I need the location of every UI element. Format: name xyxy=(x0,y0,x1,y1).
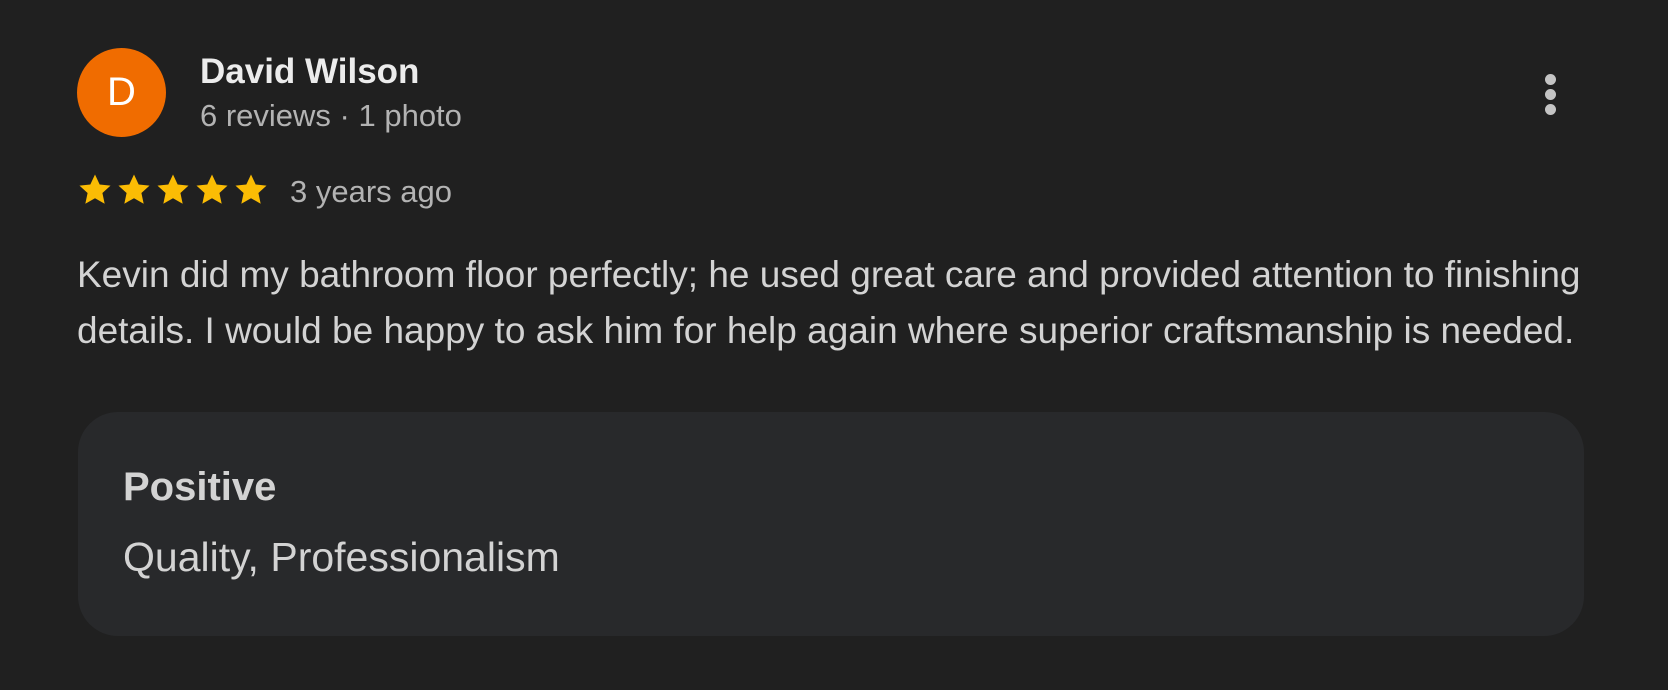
star-rating xyxy=(76,171,270,211)
attributes-title: Positive xyxy=(123,465,277,509)
star-icon xyxy=(115,171,153,211)
avatar[interactable]: D xyxy=(77,48,166,137)
review-attributes-card: Positive Quality, Professionalism xyxy=(78,412,1584,636)
more-vert-icon xyxy=(1544,73,1556,85)
star-icon xyxy=(193,171,231,211)
reviewer-name[interactable]: David Wilson xyxy=(200,50,419,94)
star-icon xyxy=(232,171,270,211)
review-card: D David Wilson 6 reviews · 1 photo 3 yea… xyxy=(0,0,1668,690)
review-text: Kevin did my bathroom floor perfectly; h… xyxy=(77,254,1581,351)
reviewer-meta: 6 reviews · 1 photo xyxy=(200,98,462,133)
more-options-button[interactable] xyxy=(1530,66,1570,122)
star-icon xyxy=(76,171,114,211)
star-icon xyxy=(154,171,192,211)
review-time: 3 years ago xyxy=(290,174,452,209)
attributes-values: Quality, Professionalism xyxy=(123,534,560,580)
